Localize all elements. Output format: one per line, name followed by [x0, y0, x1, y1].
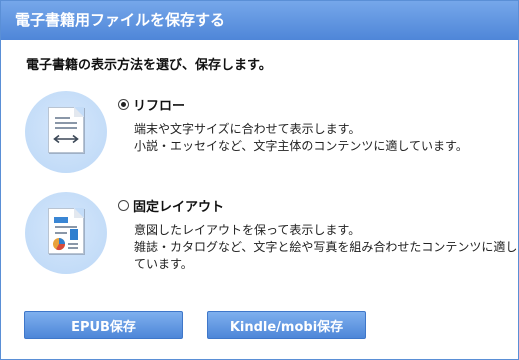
fixed-layout-description: 意図したレイアウトを保って表示します。 雑誌・カタログなど、文字と絵や写真を組み…: [134, 222, 518, 273]
reflow-label[interactable]: リフロー: [133, 95, 185, 114]
reflow-description: 端末や文字サイズに合わせて表示します。 小説・エッセイなど、文字主体のコンテンツ…: [134, 121, 468, 155]
resize-arrow-icon: [53, 134, 79, 144]
reflow-radio-button[interactable]: [118, 99, 129, 110]
fixed-layout-icon-circle: [25, 192, 107, 274]
save-ebook-dialog: 電子書籍用ファイルを保存する 電子書籍の表示方法を選び、保存します。 リフロー …: [0, 0, 519, 360]
reflow-document-icon: [48, 107, 84, 153]
reflow-description-line: 小説・エッセイなど、文字主体のコンテンツに適しています。: [134, 139, 468, 153]
pie-chart-icon: [53, 238, 65, 251]
kindle-mobi-save-button[interactable]: Kindle/mobi保存: [207, 311, 366, 339]
reflow-radio-row[interactable]: リフロー: [118, 95, 185, 114]
fixed-layout-description-line: 意図したレイアウトを保って表示します。: [134, 223, 361, 237]
reflow-description-line: 端末や文字サイズに合わせて表示します。: [134, 122, 361, 136]
fixed-layout-radio-button[interactable]: [118, 200, 129, 211]
epub-save-button[interactable]: EPUB保存: [24, 311, 183, 339]
reflow-icon-circle: [25, 91, 107, 173]
fixed-layout-label[interactable]: 固定レイアウト: [133, 196, 224, 215]
instruction-text: 電子書籍の表示方法を選び、保存します。: [26, 58, 272, 73]
fixed-layout-description-line: 雑誌・カタログなど、文字と絵や写真を組み合わせたコンテンツに適しています。: [134, 240, 518, 271]
dialog-title: 電子書籍用ファイルを保存する: [1, 1, 518, 40]
fixed-layout-radio-row[interactable]: 固定レイアウト: [118, 196, 224, 215]
fixed-layout-document-icon: [48, 208, 84, 254]
